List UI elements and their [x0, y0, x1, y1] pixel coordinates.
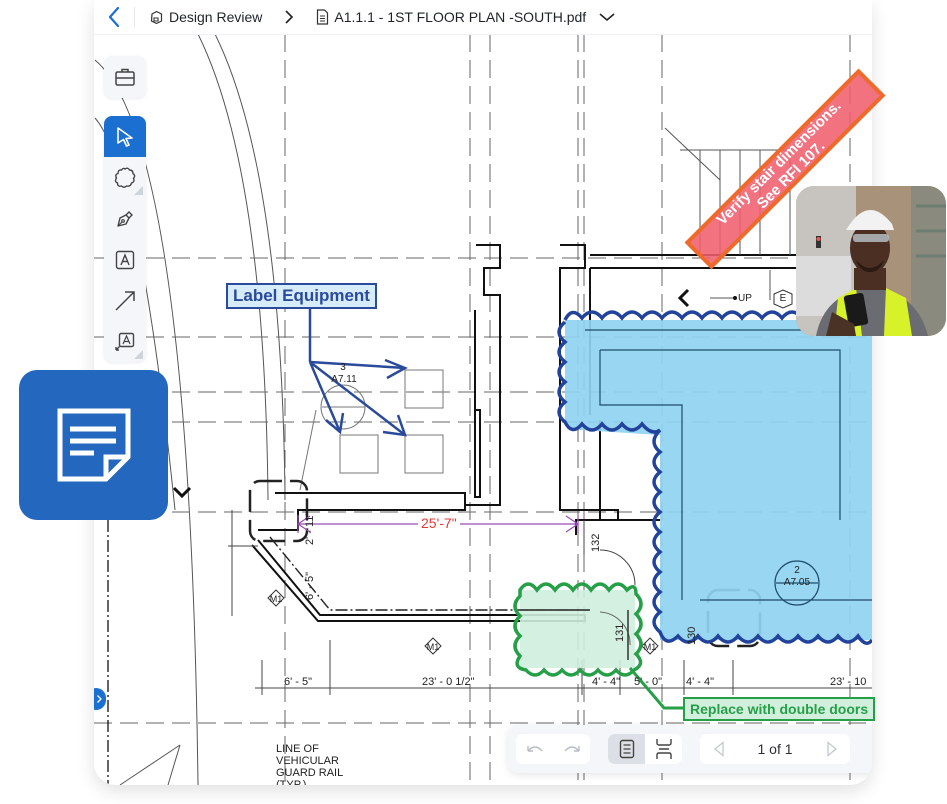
arc-line	[214, 34, 286, 501]
tag-label: M1	[269, 594, 283, 604]
project-name: Design Review	[169, 9, 263, 25]
double-doors-markup[interactable]: Replace with double doors	[683, 697, 876, 721]
sticky-note-badge[interactable]	[19, 370, 168, 520]
floor-plan-drawing[interactable]	[94, 34, 872, 785]
arc-line	[197, 34, 269, 501]
detail-ref-number: 2	[794, 565, 800, 576]
tag-label: M1	[643, 642, 657, 652]
single-page-icon	[619, 739, 634, 759]
breadcrumb-project[interactable]: Design Review	[149, 9, 262, 25]
file-name: A1.1.1 - 1ST FLOOR PLAN -SOUTH.pdf	[334, 9, 587, 25]
pagination: 1 of 1	[700, 734, 850, 764]
next-page-icon	[826, 741, 837, 757]
chevron-left-icon	[108, 6, 120, 28]
room-number-132: 132	[590, 533, 602, 552]
chevron-right-icon	[285, 10, 294, 24]
measurement-value: 25'-7"	[418, 515, 460, 531]
section-arrow	[172, 486, 192, 499]
text-box-icon	[115, 250, 135, 269]
worker-photo	[796, 186, 946, 336]
dim-2: 23' - 0 1/2"	[422, 676, 475, 688]
dim-vertical-1: 2' - 11"	[304, 511, 316, 545]
view-mode-group	[608, 734, 682, 764]
dim-6: 23' - 10	[830, 676, 867, 688]
tool-callout[interactable]	[104, 321, 146, 362]
dim-1: 6' - 5"	[284, 676, 313, 688]
tool-text[interactable]	[104, 239, 146, 280]
worker-image	[796, 186, 946, 336]
divider	[134, 7, 135, 27]
continuous-scroll-icon	[655, 739, 672, 759]
label-equipment-markup[interactable]: Label Equipment	[226, 283, 377, 309]
next-page-button[interactable]	[813, 734, 850, 764]
room-number-130: 130	[686, 626, 698, 645]
breadcrumb-file[interactable]: A1.1.1 - 1ST FLOOR PLAN -SOUTH.pdf	[316, 9, 586, 25]
continuous-view-button[interactable]	[645, 734, 682, 764]
project-icon	[150, 10, 163, 24]
chevron-down-icon	[599, 13, 615, 22]
prev-page-icon	[713, 741, 724, 757]
tool-arrow[interactable]	[104, 280, 146, 321]
briefcase-icon	[115, 68, 135, 86]
tool-pen[interactable]	[104, 198, 146, 239]
document-icon	[317, 9, 329, 25]
undo-icon	[526, 746, 543, 752]
markup-toolbar	[104, 56, 146, 362]
document-viewer: Design Review A1.1.1 - 1ST FLOOR PLAN -S…	[94, 0, 872, 785]
arrow-icon	[115, 290, 135, 311]
breadcrumb-separator	[284, 9, 294, 25]
pointer-icon	[117, 126, 133, 147]
dim-3: 4' - 4"	[592, 676, 621, 688]
page-controls-bar: 1 of 1	[508, 725, 872, 773]
stair-arrow	[677, 288, 690, 308]
submenu-indicator	[134, 186, 143, 195]
tag-label: E	[779, 293, 787, 304]
room-number-131: 131	[614, 623, 626, 642]
toolbox-button[interactable]	[104, 56, 146, 98]
stair-up-label: UP	[738, 293, 752, 304]
dim-5: 4' - 4"	[686, 676, 715, 688]
redo-icon	[563, 746, 580, 752]
prev-page-button[interactable]	[700, 734, 737, 764]
stair-dot	[733, 296, 737, 300]
tool-cloud[interactable]	[104, 157, 146, 198]
rail-leader	[119, 744, 181, 785]
submenu-indicator	[134, 350, 143, 359]
tool-group	[104, 116, 146, 362]
tool-select[interactable]	[104, 116, 146, 157]
undo-button[interactable]	[516, 734, 553, 764]
dim-4: 5' - 0"	[634, 676, 663, 688]
dim-vertical-2: 6' - 5"	[304, 571, 316, 600]
header-bar: Design Review A1.1.1 - 1ST FLOOR PLAN -S…	[94, 0, 872, 35]
undo-redo-group	[516, 734, 590, 764]
detail-ref-sheet: A7.05	[783, 577, 811, 588]
chevron-right-icon	[97, 695, 102, 703]
detail-ref-number: 3	[340, 362, 346, 373]
guard-rail-note: LINE OF VEHICULAR GUARD RAIL (TYP.)	[276, 743, 344, 785]
redo-button[interactable]	[553, 734, 590, 764]
pen-nib-icon	[117, 210, 133, 227]
back-button[interactable]	[94, 0, 134, 34]
single-page-view-button[interactable]	[608, 734, 645, 764]
tag-label: M1	[426, 642, 440, 652]
file-dropdown-button[interactable]	[598, 12, 616, 22]
sticky-note-icon	[57, 408, 130, 482]
label-leader-arrows[interactable]	[308, 305, 408, 437]
detail-ref-sheet: A7.11	[331, 374, 357, 385]
page-indicator: 1 of 1	[757, 741, 793, 757]
